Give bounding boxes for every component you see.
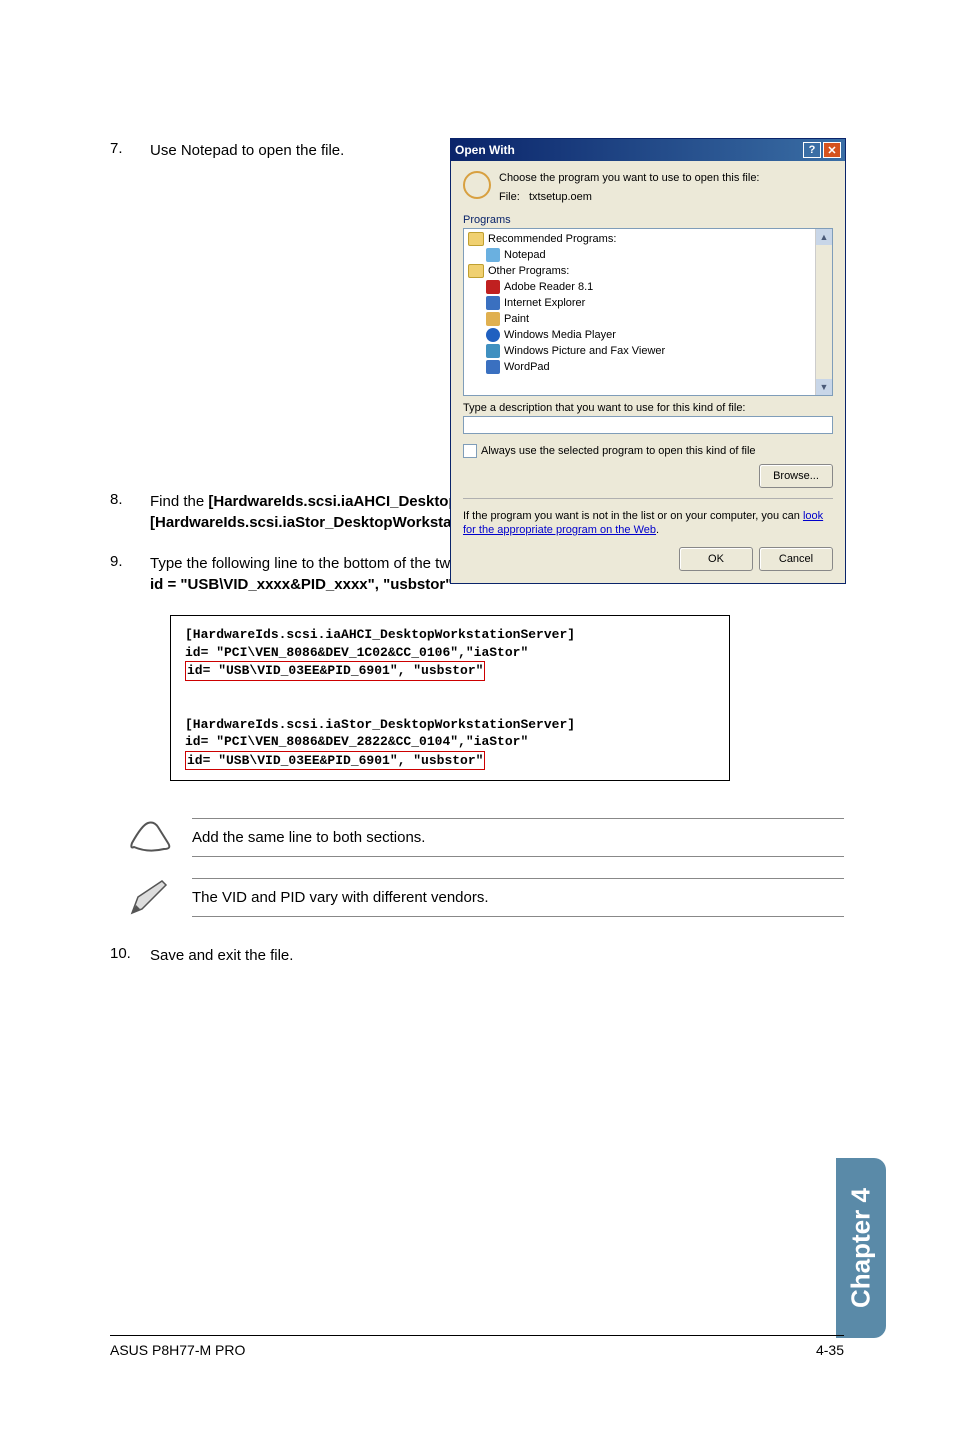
list-item[interactable]: Notepad xyxy=(466,247,814,263)
list-item[interactable]: Windows Picture and Fax Viewer xyxy=(466,343,814,359)
paint-icon xyxy=(486,312,500,326)
notepad-icon xyxy=(486,248,500,262)
list-item[interactable]: Adobe Reader 8.1 xyxy=(466,279,814,295)
list-item[interactable]: Internet Explorer xyxy=(466,295,814,311)
always-checkbox[interactable] xyxy=(463,444,477,458)
always-label: Always use the selected program to open … xyxy=(481,445,756,457)
open-with-dialog: Open With ? ✕ Choose the program you wan… xyxy=(450,138,846,584)
magnifier-icon xyxy=(463,171,491,199)
ok-button[interactable]: OK xyxy=(679,547,753,571)
step-number: 8. xyxy=(110,491,150,508)
step-text: Save and exit the file. xyxy=(150,945,844,966)
note-text: Add the same line to both sections. xyxy=(192,825,844,850)
list-item[interactable]: WordPad xyxy=(466,359,814,375)
folder-icon xyxy=(468,232,484,246)
footer-right: 4-35 xyxy=(816,1342,844,1358)
footer-left: ASUS P8H77-M PRO xyxy=(110,1342,245,1358)
note-icon xyxy=(126,817,174,857)
list-item[interactable]: Paint xyxy=(466,311,814,327)
dialog-title: Open With xyxy=(455,143,515,157)
list-item[interactable]: Windows Media Player xyxy=(466,327,814,343)
scrollbar[interactable]: ▲ ▼ xyxy=(815,229,832,395)
programs-list[interactable]: Recommended Programs: Notepad Other Prog… xyxy=(463,228,833,396)
description-label: Type a description that you want to use … xyxy=(463,402,833,414)
dialog-titlebar: Open With ? ✕ xyxy=(451,139,845,161)
folder-icon xyxy=(468,264,484,278)
adobe-icon xyxy=(486,280,500,294)
browse-button[interactable]: Browse... xyxy=(759,464,833,488)
dialog-instruction: Choose the program you want to use to op… xyxy=(499,171,760,206)
recommended-group: Recommended Programs: xyxy=(466,231,830,247)
scroll-up-icon[interactable]: ▲ xyxy=(816,229,832,245)
ie-icon xyxy=(486,296,500,310)
step-number: 10. xyxy=(110,945,150,962)
pen-icon xyxy=(126,877,174,917)
help-button[interactable]: ? xyxy=(803,142,821,158)
code-block: [HardwareIds.scsi.iaAHCI_DesktopWorkstat… xyxy=(170,615,730,781)
cancel-button[interactable]: Cancel xyxy=(759,547,833,571)
page-footer: ASUS P8H77-M PRO 4-35 xyxy=(110,1335,844,1358)
step-number: 7. xyxy=(110,140,150,157)
wpfv-icon xyxy=(486,344,500,358)
wordpad-icon xyxy=(486,360,500,374)
web-lookup-note: If the program you want is not in the li… xyxy=(463,509,833,538)
step-number: 9. xyxy=(110,553,150,570)
note-text: The VID and PID vary with different vend… xyxy=(192,885,844,910)
wmp-icon xyxy=(486,328,500,342)
scroll-down-icon[interactable]: ▼ xyxy=(816,379,832,395)
description-input[interactable] xyxy=(463,416,833,434)
other-group: Other Programs: xyxy=(466,263,830,279)
chapter-tab: Chapter 4 xyxy=(836,1158,886,1338)
programs-label: Programs xyxy=(463,214,833,226)
close-button[interactable]: ✕ xyxy=(823,142,841,158)
